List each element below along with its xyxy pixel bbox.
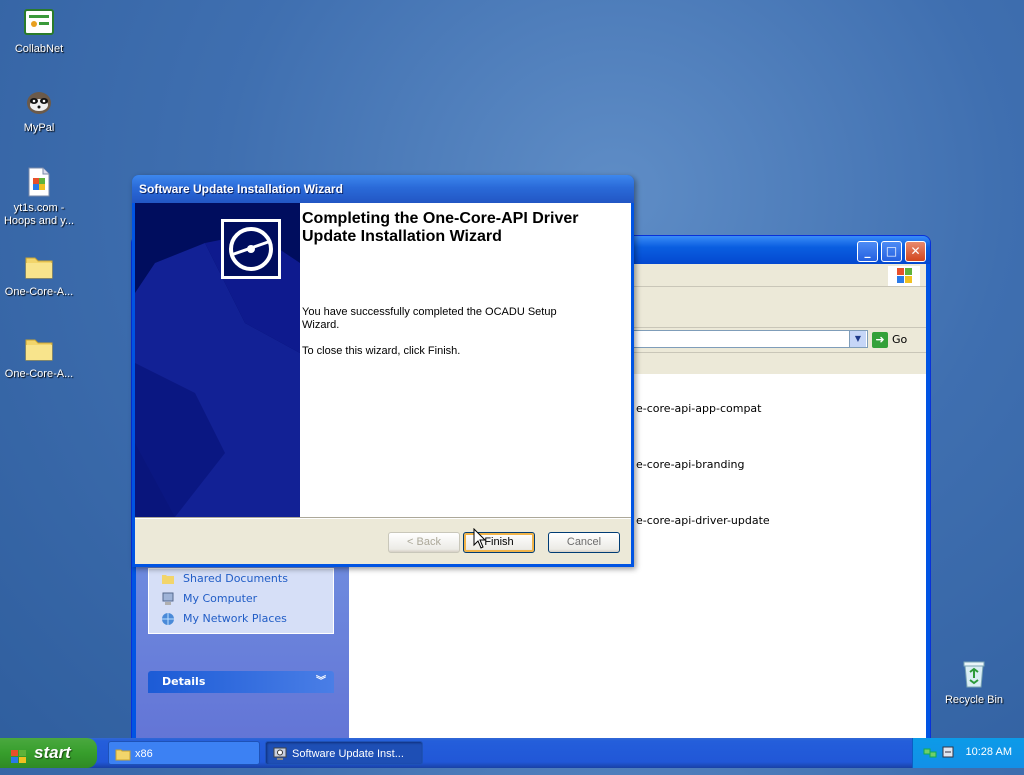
other-places-box: Shared Documents My Computer My Network … bbox=[148, 568, 334, 634]
wizard-instruction: To close this wizard, click Finish. bbox=[302, 345, 461, 357]
close-button[interactable]: ✕ bbox=[905, 241, 926, 262]
raccoon-icon bbox=[23, 86, 55, 118]
banner-graphic bbox=[135, 203, 300, 517]
chevron-down-icon[interactable]: ︾ bbox=[316, 671, 326, 693]
desktop-icon-label: Recycle Bin bbox=[944, 694, 1004, 706]
chevron-down-icon[interactable]: ▼ bbox=[849, 331, 866, 347]
clock: 10:28 AM bbox=[965, 746, 1012, 758]
wizard-divider bbox=[135, 517, 631, 519]
desktop-icon-label: CollabNet bbox=[14, 43, 64, 55]
file-item[interactable]: e-core-api-driver-update bbox=[636, 514, 770, 527]
taskbar-button-wizard[interactable]: Software Update Inst... bbox=[265, 741, 423, 765]
folder-icon bbox=[23, 250, 55, 282]
file-item[interactable]: e-core-api-app-compat bbox=[636, 402, 762, 415]
computer-icon bbox=[161, 592, 175, 606]
wizard-content: Completing the One-Core-API Driver Updat… bbox=[300, 203, 631, 517]
go-button[interactable]: ➜ Go bbox=[872, 331, 920, 349]
desktop-icon-label: One-Core-A... bbox=[4, 286, 74, 298]
taskbar-button-x86[interactable]: x86 bbox=[108, 741, 260, 765]
wizard-banner bbox=[135, 203, 300, 517]
network-tray-icon[interactable] bbox=[923, 745, 937, 759]
windows-logo-icon bbox=[10, 745, 28, 763]
place-my-computer[interactable]: My Computer bbox=[149, 589, 333, 609]
collabnet-icon bbox=[23, 7, 55, 39]
desktop-icon-recycle-bin[interactable]: Recycle Bin bbox=[934, 658, 1014, 707]
setup-icon bbox=[272, 746, 288, 762]
go-arrow-icon: ➜ bbox=[872, 332, 888, 348]
desktop-icon-label: MyPal bbox=[23, 122, 55, 134]
minimize-button[interactable]: _ bbox=[857, 241, 878, 262]
folder-icon bbox=[23, 332, 55, 364]
wizard-title: Software Update Installation Wizard bbox=[139, 182, 343, 196]
update-tray-icon[interactable] bbox=[941, 745, 955, 759]
place-shared-documents[interactable]: Shared Documents bbox=[149, 569, 333, 589]
details-header[interactable]: Details ︾ bbox=[148, 671, 334, 693]
task-label: x86 bbox=[135, 748, 153, 760]
wizard-titlebar[interactable]: Software Update Installation Wizard bbox=[132, 175, 634, 203]
folder-icon bbox=[115, 746, 131, 762]
wizard-client: Completing the One-Core-API Driver Updat… bbox=[135, 203, 631, 564]
back-button[interactable]: < Back bbox=[388, 532, 460, 553]
file-item[interactable]: e-core-api-branding bbox=[636, 458, 745, 471]
network-icon bbox=[161, 612, 175, 626]
mouse-cursor-icon bbox=[473, 528, 487, 549]
desktop-icon-folder-1[interactable]: One-Core-A... bbox=[0, 250, 79, 299]
details-label: Details bbox=[162, 675, 206, 688]
start-button[interactable]: start bbox=[0, 738, 97, 768]
windows-logo-icon bbox=[888, 266, 920, 286]
wizard-heading: Completing the One-Core-API Driver Updat… bbox=[302, 210, 579, 245]
maximize-button[interactable]: □ bbox=[881, 241, 902, 262]
place-label: My Computer bbox=[183, 592, 258, 605]
task-label: Software Update Inst... bbox=[292, 748, 404, 760]
setup-wizard-dialog[interactable]: Software Update Installation Wizard Comp… bbox=[132, 175, 634, 567]
folder-icon bbox=[161, 572, 175, 586]
recycle-bin-icon bbox=[958, 658, 990, 690]
desktop-icon-collabnet[interactable]: CollabNet bbox=[0, 7, 79, 56]
place-label: My Network Places bbox=[183, 612, 287, 625]
desktop-icon-yt1s[interactable]: yt1s.com - Hoops and y... bbox=[0, 166, 79, 228]
desktop-icon-label: yt1s.com - Hoops and y... bbox=[3, 202, 75, 227]
wizard-message: You have successfully completed the OCAD… bbox=[302, 306, 557, 331]
place-label: Shared Documents bbox=[183, 572, 288, 585]
start-label: start bbox=[34, 743, 71, 762]
place-my-network-places[interactable]: My Network Places bbox=[149, 609, 333, 629]
document-icon bbox=[23, 166, 55, 198]
taskbar: start x86 Software Update Inst... 10:28 … bbox=[0, 738, 1024, 768]
desktop-icon-folder-2[interactable]: One-Core-A... bbox=[0, 332, 79, 381]
desktop-icon-mypal[interactable]: MyPal bbox=[0, 86, 79, 135]
system-tray: 10:28 AM bbox=[912, 738, 1024, 768]
cancel-button[interactable]: Cancel bbox=[548, 532, 620, 553]
go-label: Go bbox=[892, 333, 908, 346]
desktop-icon-label: One-Core-A... bbox=[4, 368, 74, 380]
